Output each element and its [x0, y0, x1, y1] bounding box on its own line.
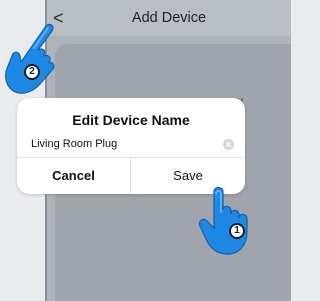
- dialog-title: Edit Device Name: [72, 112, 190, 128]
- page-title: Add Device: [131, 10, 207, 26]
- tap-hand-icon: [5, 23, 55, 94]
- device-name-input[interactable]: [31, 136, 221, 152]
- step-badge-1: 1: [229, 223, 245, 239]
- tap-hand-icon: [198, 186, 248, 255]
- clear-icon[interactable]: [223, 139, 234, 150]
- cancel-button[interactable]: Cancel: [17, 157, 130, 194]
- step-badge-2: 2: [24, 64, 40, 80]
- edit-device-name-dialog: Edit Device Name Cancel Save: [17, 98, 245, 194]
- nav-bar: < Add Device: [47, 0, 291, 36]
